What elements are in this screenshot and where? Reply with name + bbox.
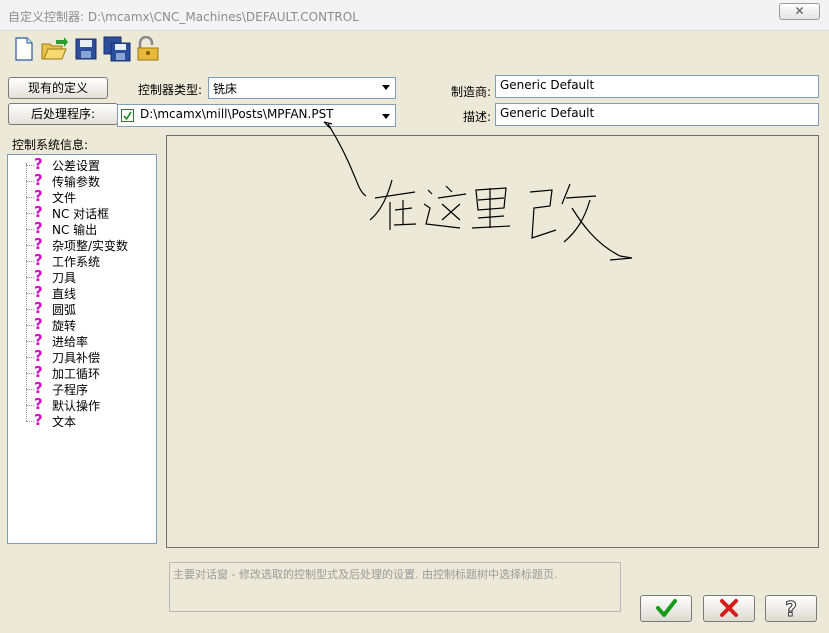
existing-definitions-label: 现有的定义 [27, 81, 88, 95]
controller-type-dropdown-arrow-icon[interactable] [382, 85, 390, 90]
tree-item[interactable]: ? 加工循环 [8, 363, 156, 381]
tree-item[interactable]: ? 旋转 [8, 315, 156, 333]
post-file-value: D:\mcamx\mill\Posts\MPFAN.PST [140, 107, 334, 121]
post-processor-label: 后处理程序: [30, 107, 96, 121]
tree-item[interactable]: ? 文本 [8, 411, 156, 429]
ok-button[interactable] [640, 595, 692, 622]
post-file-dropdown-arrow-icon[interactable] [382, 114, 390, 119]
tree-item[interactable]: ? 子程序 [8, 379, 156, 397]
close-button[interactable]: ✕ [779, 3, 820, 20]
check-icon [656, 599, 677, 617]
help-button[interactable]: ? [765, 595, 817, 622]
x-icon [720, 599, 738, 617]
tree-item[interactable]: ? NC 对话框 [8, 203, 156, 221]
tree-label: 控制系统信息: [12, 138, 89, 152]
lock-icon[interactable] [135, 35, 161, 62]
title-bar: 自定义控制器: D:\mcamx\CNC_Machines\DEFAULT.CO… [0, 0, 829, 31]
question-icon: ? [34, 411, 43, 429]
tree-item[interactable]: ? 杂项整/实变数 [8, 235, 156, 253]
tree-item[interactable]: ? NC 输出 [8, 219, 156, 237]
control-tree[interactable]: ? 公差设置 ? 传输参数 ? 文件 ? NC 对话框 ? NC 输出 ? 杂项整/实变数 … [7, 154, 157, 544]
tree-item[interactable]: ? 圆弧 [8, 299, 156, 317]
description-value: Generic Default [500, 106, 595, 120]
tree-item[interactable]: ? 工作系统 [8, 251, 156, 269]
tree-item[interactable]: ? 公差设置 [8, 155, 156, 173]
handwritten-annotation [323, 121, 633, 261]
question-icon: ? [785, 597, 798, 622]
tree-item[interactable]: ? 直线 [8, 283, 156, 301]
controller-type-label: 控制器类型: [138, 83, 203, 97]
file-check-icon [121, 109, 134, 122]
existing-definitions-button[interactable]: 现有的定义 [8, 77, 108, 99]
cancel-button[interactable] [703, 595, 755, 622]
manufacturer-label: 制造商: [451, 85, 492, 99]
controller-type-value: 铣床 [213, 82, 238, 96]
save-icon[interactable] [73, 36, 99, 62]
tree-item[interactable]: ? 进给率 [8, 331, 156, 349]
svg-text:?: ? [785, 597, 797, 621]
new-file-icon[interactable] [11, 36, 37, 62]
tree-item[interactable]: ? 默认操作 [8, 395, 156, 413]
tree-item[interactable]: ? 传输参数 [8, 171, 156, 189]
save-as-icon[interactable] [103, 36, 131, 62]
manufacturer-input[interactable]: Generic Default [495, 75, 819, 98]
manufacturer-value: Generic Default [500, 78, 595, 92]
window-title: 自定义控制器: D:\mcamx\CNC_Machines\DEFAULT.CO… [8, 10, 359, 24]
post-processor-button[interactable]: 后处理程序: [8, 103, 118, 125]
status-description: 主要对话窗 - 修改选取的控制型式及后处理的设置. 由控制标题树中选择标题页. [169, 562, 621, 612]
open-folder-icon[interactable] [40, 36, 68, 62]
tree-item[interactable]: ? 刀具 [8, 267, 156, 285]
tree-item[interactable]: ? 文件 [8, 187, 156, 205]
tree-item[interactable]: ? 刀具补偿 [8, 347, 156, 365]
controller-type-select[interactable]: 铣床 [208, 77, 396, 99]
